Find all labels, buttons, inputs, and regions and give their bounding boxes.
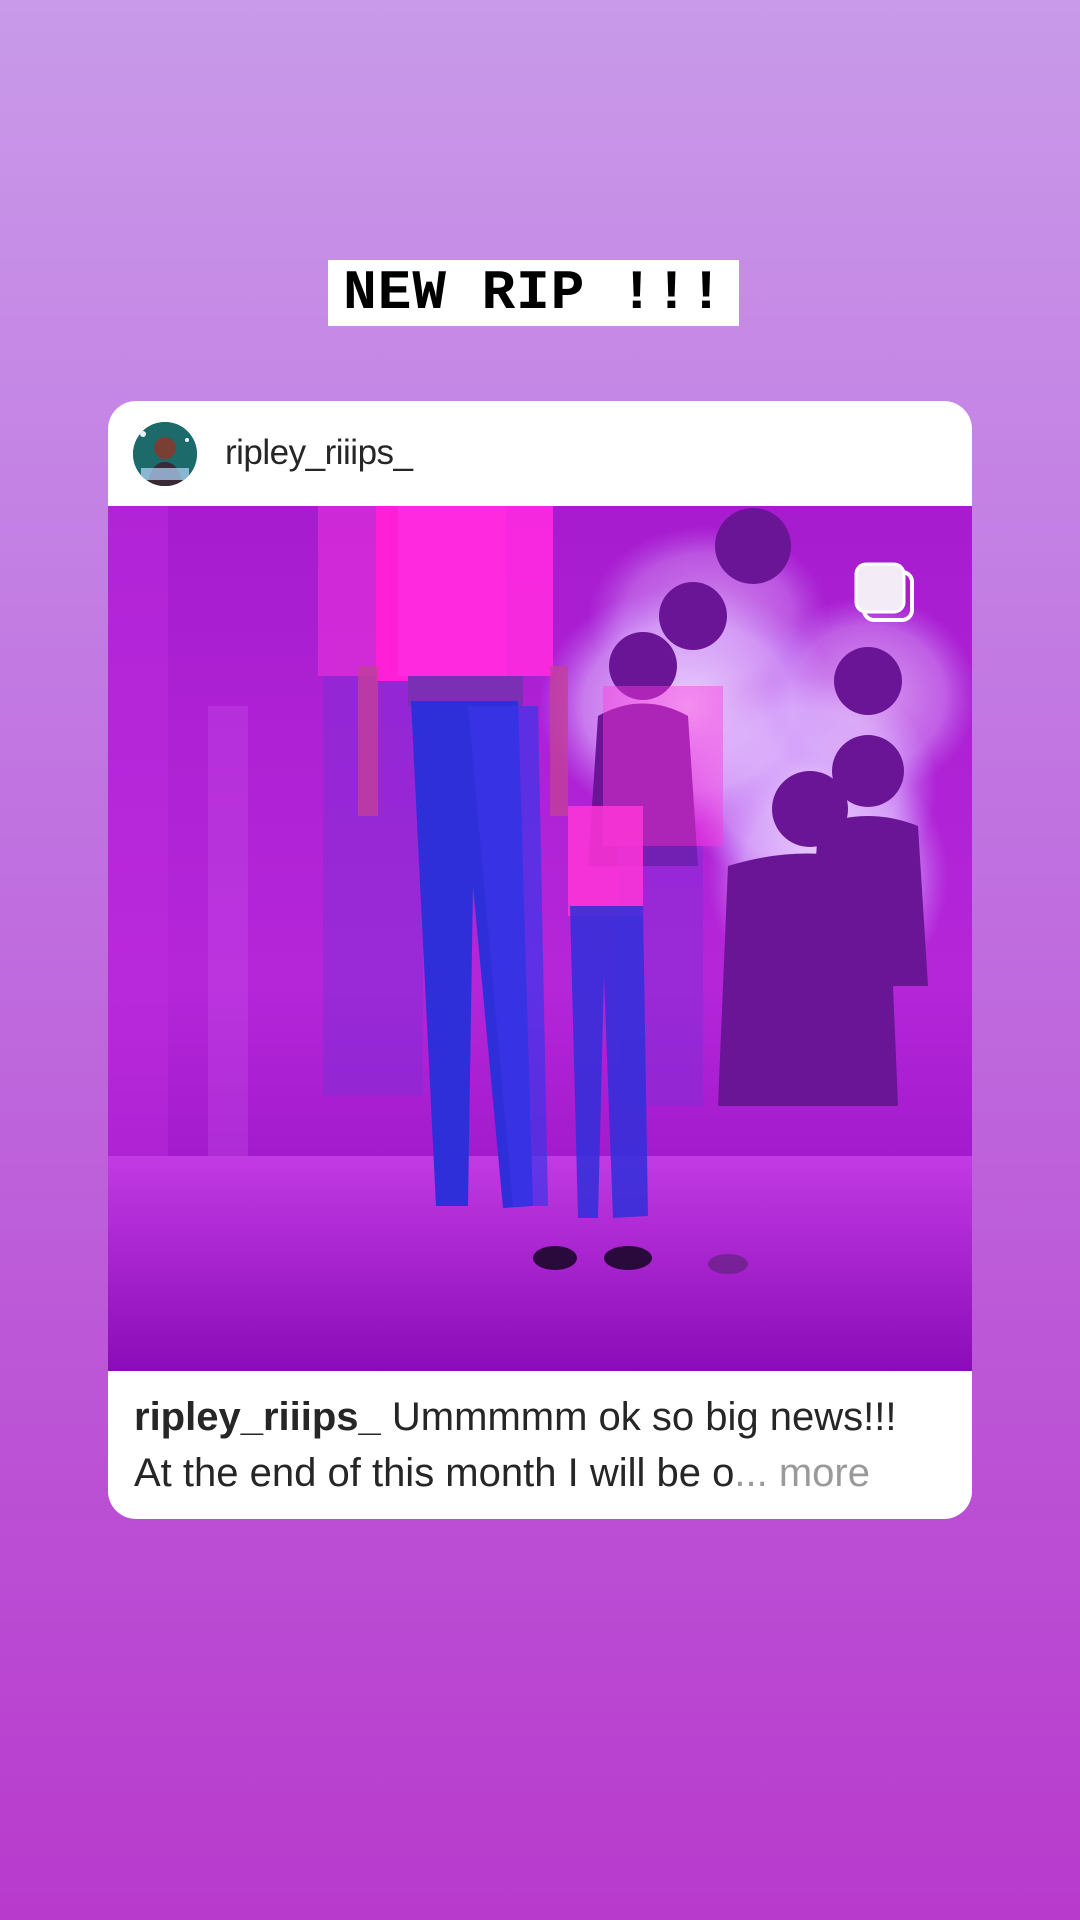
caption-text-line1: Ummmmm ok so big news!!! — [391, 1395, 897, 1439]
multiple-photos-icon[interactable] — [850, 558, 922, 630]
post-caption[interactable]: ripley_riiips_ Ummmmm ok so big news!!! … — [134, 1389, 954, 1501]
story-sticker-text: NEW RIP !!! — [328, 260, 739, 326]
caption-username[interactable]: ripley_riiips_ — [134, 1395, 381, 1439]
caption-ellipsis: ... — [734, 1451, 768, 1495]
post-header[interactable]: ripley_riiips_ — [108, 401, 972, 506]
caption-more-link[interactable]: more — [779, 1451, 870, 1495]
profile-avatar-icon[interactable] — [133, 422, 197, 486]
post-photo[interactable] — [108, 506, 972, 1371]
post-username[interactable]: ripley_riiips_ — [225, 431, 413, 475]
caption-text-line2: At the end of this month I will be o — [134, 1451, 735, 1495]
caption-line-2: At the end of this month I will be o... … — [134, 1445, 954, 1501]
caption-line-1: ripley_riiips_ Ummmmm ok so big news!!! — [134, 1389, 954, 1445]
shared-post-card[interactable]: ripley_riiips_ ripley_riiips_ Ummmmm ok … — [108, 401, 972, 1519]
